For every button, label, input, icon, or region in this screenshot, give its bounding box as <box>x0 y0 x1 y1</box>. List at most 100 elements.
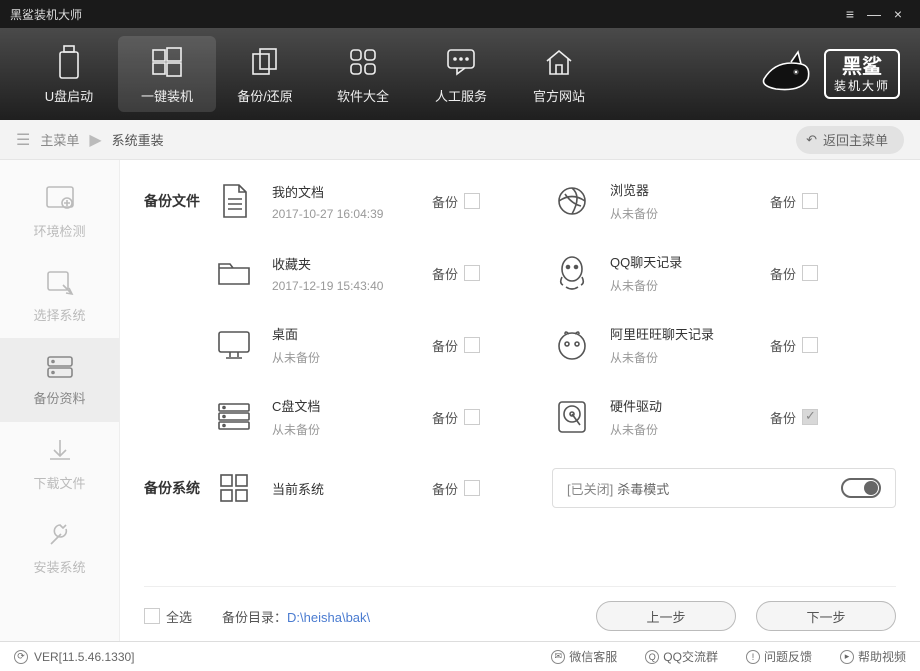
content-footer: 全选 备份目录：D:\heisha\bak\ 上一步 下一步 <box>144 586 896 631</box>
wrench-icon <box>46 521 74 549</box>
nav-label: 一键装机 <box>141 86 193 105</box>
back-label: 返回主菜单 <box>823 130 888 149</box>
antivirus-state: [已关闭] <box>567 479 613 498</box>
shark-logo-icon <box>756 44 816 104</box>
nav-label: 官方网站 <box>533 86 585 105</box>
item-name: 桌面 <box>272 324 432 343</box>
status-link-wechat[interactable]: ✉微信客服 <box>551 648 617 665</box>
item-name: C盘文档 <box>272 396 432 415</box>
breadcrumb-root[interactable]: 主菜单 <box>40 130 79 149</box>
nav-label: U盘启动 <box>45 86 93 105</box>
sidebar-item-env-check[interactable]: 环境检测 <box>0 170 119 254</box>
prev-button[interactable]: 上一步 <box>596 601 736 631</box>
desktop-icon <box>214 325 254 365</box>
brand: 黑鲨 装机大师 <box>756 44 900 104</box>
select-icon <box>45 269 75 297</box>
nav-usb-boot[interactable]: U盘启动 <box>20 36 118 112</box>
brand-line2: 装机大师 <box>834 79 890 93</box>
item-sub: 2017-12-19 15:43:40 <box>272 279 432 293</box>
titlebar: 黑鲨装机大师 ≡ — × <box>0 0 920 28</box>
item-name: QQ聊天记录 <box>610 252 770 271</box>
checkbox-fav[interactable] <box>464 265 480 281</box>
item-name: 我的文档 <box>272 182 432 201</box>
item-sub: 从未备份 <box>272 349 432 366</box>
menu-button[interactable]: ≡ <box>838 6 862 22</box>
item-name: 浏览器 <box>610 180 770 199</box>
backup-label: 备份 <box>770 336 796 355</box>
backup-label: 备份 <box>432 408 458 427</box>
qq-group-icon: Q <box>645 650 659 664</box>
next-button[interactable]: 下一步 <box>756 601 896 631</box>
section-backup-system: 备份系统 <box>144 478 214 498</box>
item-name: 收藏夹 <box>272 254 432 273</box>
backup-row: 收藏夹2017-12-19 15:43:40 备份 QQ聊天记录从未备份 备份 <box>144 252 896 294</box>
nav-website[interactable]: 官方网站 <box>510 36 608 112</box>
list-icon: ☰ <box>16 130 30 150</box>
nav-label: 软件大全 <box>337 86 389 105</box>
nav-backup-restore[interactable]: 备份/还原 <box>216 36 314 112</box>
item-name: 当前系统 <box>272 479 432 498</box>
checkbox-browser[interactable] <box>802 193 818 209</box>
item-sub: 从未备份 <box>610 277 770 294</box>
item-sub: 从未备份 <box>610 349 770 366</box>
sidebar-item-download[interactable]: 下载文件 <box>0 422 119 506</box>
sidebar-item-select-system[interactable]: 选择系统 <box>0 254 119 338</box>
sidebar-item-install[interactable]: 安装系统 <box>0 506 119 590</box>
path-value[interactable]: D:\heisha\bak\ <box>287 610 370 625</box>
checkbox-desktop[interactable] <box>464 337 480 353</box>
backup-label: 备份 <box>432 479 458 498</box>
item-name: 硬件驱动 <box>610 396 770 415</box>
wechat-icon: ✉ <box>551 650 565 664</box>
backup-row-system: 备份系统 当前系统 备份 [已关闭] 杀毒模式 <box>144 468 896 508</box>
grid-icon <box>348 44 378 80</box>
top-nav: U盘启动 一键装机 备份/还原 软件大全 人工服务 官方网站 黑鲨 装机大师 <box>0 28 920 120</box>
backup-label: 备份 <box>432 336 458 355</box>
breadcrumb-current: 系统重装 <box>112 130 164 149</box>
checkbox-ali[interactable] <box>802 337 818 353</box>
disk-icon <box>552 397 592 437</box>
checkbox-os[interactable] <box>464 480 480 496</box>
checkbox-qq[interactable] <box>802 265 818 281</box>
qq-icon <box>552 253 592 293</box>
backup-row: C盘文档从未备份 备份 硬件驱动从未备份 备份 <box>144 396 896 438</box>
item-sub: 从未备份 <box>610 421 770 438</box>
backup-label: 备份 <box>770 192 796 211</box>
main-body: 环境检测 选择系统 备份资料 下载文件 安装系统 备份文件 我的文档2017 <box>0 160 920 641</box>
checkbox-cdrive[interactable] <box>464 409 480 425</box>
browser-icon <box>552 181 592 221</box>
nav-support[interactable]: 人工服务 <box>412 36 510 112</box>
version-text: VER[11.5.46.1330] <box>34 650 135 664</box>
antivirus-toggle[interactable] <box>841 478 881 498</box>
status-link-help-video[interactable]: ▸帮助视频 <box>840 648 906 665</box>
sidebar-item-backup-data[interactable]: 备份资料 <box>0 338 119 422</box>
data-icon <box>45 354 75 380</box>
checkbox-docs[interactable] <box>464 193 480 209</box>
minimize-button[interactable]: — <box>862 6 886 22</box>
item-sub: 从未备份 <box>610 205 770 222</box>
env-icon <box>45 185 75 213</box>
item-sub: 从未备份 <box>272 421 432 438</box>
antivirus-label: 杀毒模式 <box>617 479 669 498</box>
windows-icon <box>151 44 183 80</box>
nav-one-click-install[interactable]: 一键装机 <box>118 36 216 112</box>
status-link-qq-group[interactable]: QQQ交流群 <box>645 648 718 665</box>
backup-row: 备份文件 我的文档2017-10-27 16:04:39 备份 浏览器从未备份 … <box>144 180 896 222</box>
windows-grid-icon <box>214 468 254 508</box>
refresh-icon[interactable]: ⟳ <box>14 650 28 664</box>
backup-label: 备份 <box>770 408 796 427</box>
checkbox-select-all[interactable] <box>144 608 160 624</box>
backup-label: 备份 <box>432 192 458 211</box>
sidebar-label: 下载文件 <box>33 473 85 492</box>
checkbox-driver[interactable] <box>802 409 818 425</box>
backup-row: 桌面从未备份 备份 阿里旺旺聊天记录从未备份 备份 <box>144 324 896 366</box>
close-button[interactable]: × <box>886 6 910 22</box>
usb-icon <box>56 44 82 80</box>
download-icon <box>46 437 74 465</box>
brand-line1: 黑鲨 <box>834 55 890 79</box>
back-to-main-button[interactable]: ↶ 返回主菜单 <box>796 126 904 154</box>
sidebar-label: 安装系统 <box>33 557 85 576</box>
feedback-icon: ! <box>746 650 760 664</box>
status-link-feedback[interactable]: !问题反馈 <box>746 648 812 665</box>
breadcrumb-bar: ☰ 主菜单 ▶ 系统重装 ↶ 返回主菜单 <box>0 120 920 160</box>
nav-software[interactable]: 软件大全 <box>314 36 412 112</box>
